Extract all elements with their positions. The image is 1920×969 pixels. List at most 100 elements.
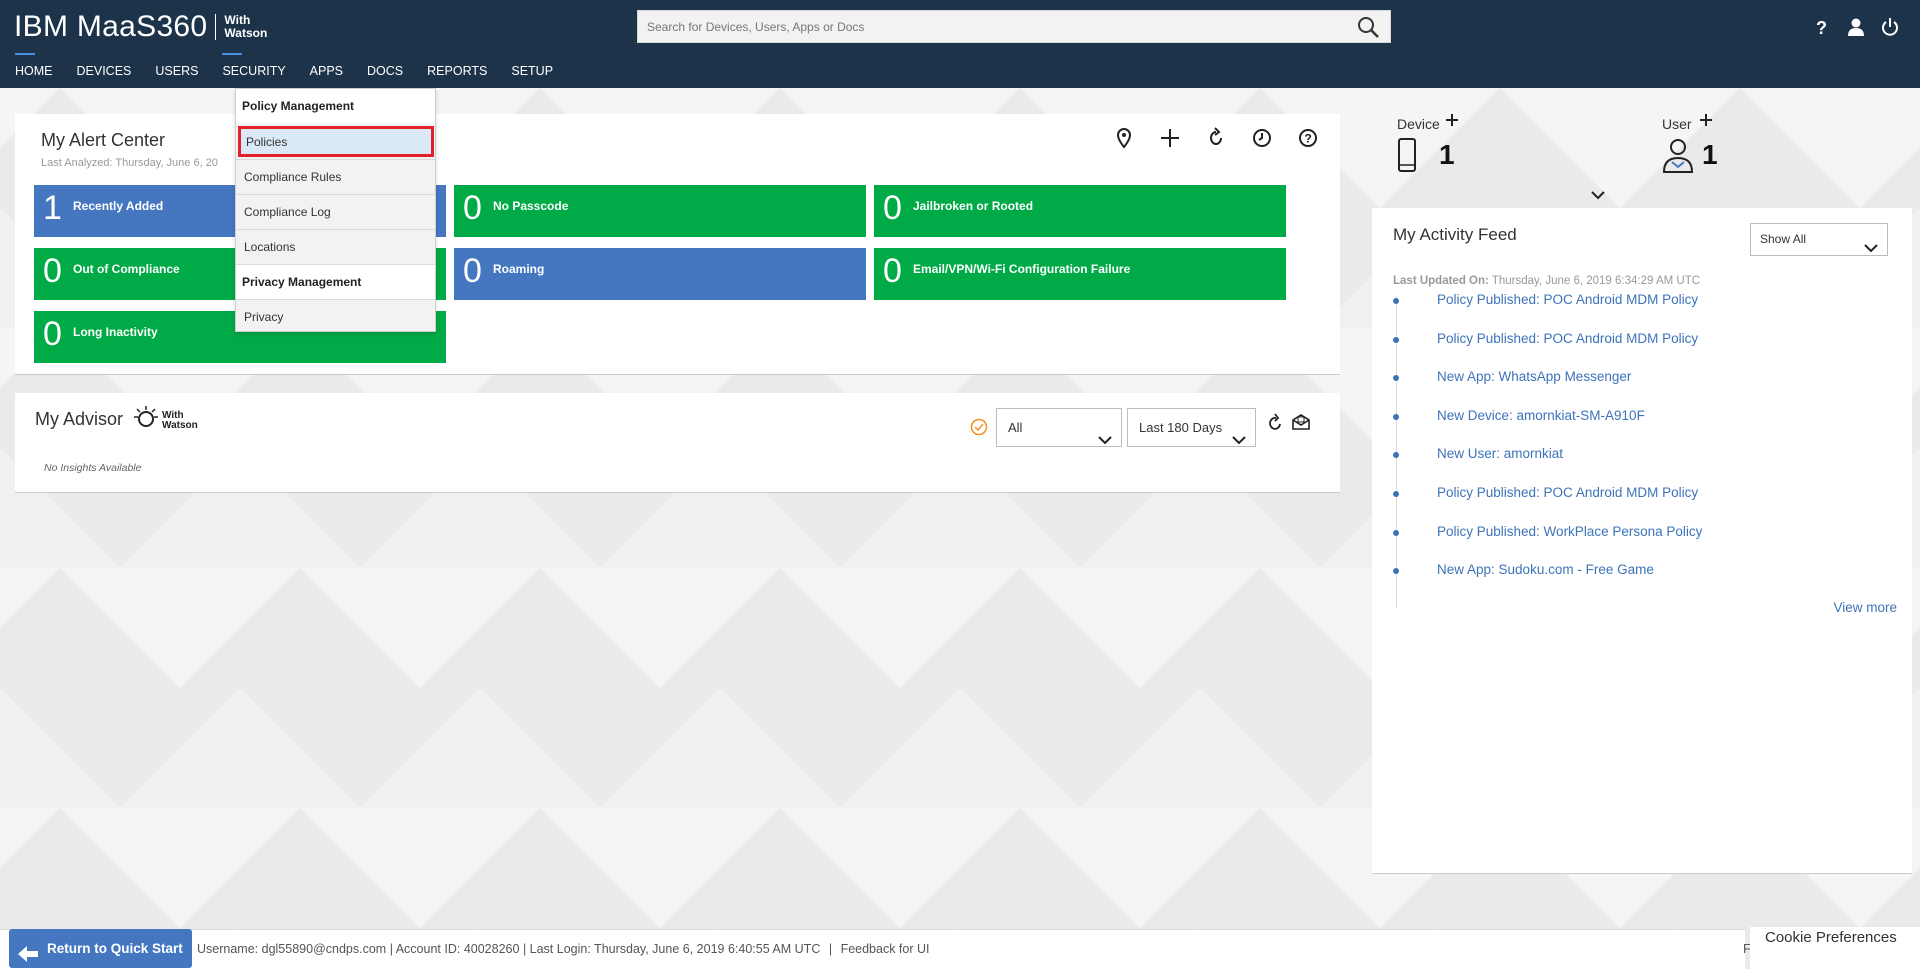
account-id: 40028260 — [463, 942, 520, 956]
watson-logo-icon — [133, 405, 159, 436]
last-analyzed-text: Last Analyzed: Thursday, June 6, 20 — [41, 157, 218, 169]
add-icon[interactable] — [1158, 126, 1182, 150]
activity-feed-panel: My Activity Feed Show All Last Updated O… — [1372, 208, 1912, 874]
nav-apps[interactable]: APPS — [310, 53, 343, 88]
main-nav: HOME DEVICES USERS SECURITY APPS DOCS RE… — [0, 53, 1920, 88]
nav-users[interactable]: USERS — [155, 53, 198, 88]
logo-sub-line1: With — [224, 13, 251, 27]
device-count[interactable]: 1 — [1439, 139, 1455, 171]
back-arrow-icon — [17, 939, 39, 962]
search-icon[interactable] — [1356, 15, 1382, 39]
logo[interactable]: IBM MaaS360 With Watson — [14, 10, 267, 44]
tile-count: 0 — [463, 189, 482, 227]
tile-label: Recently Added — [73, 199, 164, 213]
user-count[interactable]: 1 — [1702, 139, 1718, 171]
quick-start-label: Return to Quick Start — [47, 941, 183, 956]
nav-reports[interactable]: REPORTS — [427, 53, 487, 88]
feed-item[interactable]: New Device: amornkiat-SM-A910F — [1392, 406, 1892, 445]
advisor-refresh-icon[interactable] — [1267, 413, 1285, 438]
advisor-title: My Advisor — [35, 409, 124, 429]
feed-item[interactable]: Policy Published: POC Android MDM Policy — [1392, 329, 1892, 368]
help-circle-icon[interactable]: ? — [1296, 126, 1320, 150]
logo-text: IBM MaaS360 — [14, 10, 208, 43]
chevron-down-icon — [1864, 234, 1878, 253]
refresh-icon[interactable] — [1204, 126, 1228, 150]
privacy-management-heading: Privacy Management — [236, 264, 435, 299]
view-more-link[interactable]: View more — [1833, 600, 1897, 615]
device-user-stats: Device 1 User 1 — [1372, 112, 1912, 202]
alert-tile-jailbroken[interactable]: 0 Jailbroken or Rooted — [874, 185, 1286, 237]
mobile-device-icon — [1396, 137, 1418, 178]
advisor-filter-value: All — [1008, 420, 1023, 435]
advisor-filter-select[interactable]: All — [996, 408, 1122, 447]
nav-home[interactable]: HOME — [15, 53, 53, 88]
menu-item-policies[interactable]: Policies — [238, 126, 434, 157]
add-user-icon[interactable] — [1698, 112, 1714, 133]
last-updated-text: Last Updated On: Thursday, June 6, 2019 … — [1393, 275, 1700, 287]
alert-center-title: My Alert Center — [41, 130, 166, 150]
search-input[interactable] — [638, 11, 1338, 42]
activity-filter-select[interactable]: Show All — [1750, 223, 1888, 256]
tile-label: Out of Compliance — [73, 262, 180, 276]
activity-feed-list: Policy Published: POC Android MDM Policy… — [1392, 290, 1892, 599]
advisor-panel: My Advisor With Watson No Insights Avail… — [15, 393, 1340, 493]
tile-count: 0 — [463, 252, 482, 290]
user-stat-label: User — [1662, 116, 1692, 132]
tile-count: 0 — [883, 189, 902, 227]
logo-divider — [215, 14, 217, 40]
chevron-down-icon[interactable] — [1590, 189, 1606, 207]
menu-item-compliance-log[interactable]: Compliance Log — [236, 194, 435, 229]
chevron-down-icon — [1098, 422, 1112, 445]
tile-label: Jailbroken or Rooted — [913, 199, 1034, 213]
feedback-link[interactable]: Feedback for UI — [841, 942, 930, 956]
chevron-down-icon — [1232, 422, 1246, 445]
svg-text:?: ? — [1816, 18, 1827, 38]
feed-item[interactable]: New App: WhatsApp Messenger — [1392, 367, 1892, 406]
feed-item[interactable]: New App: Sudoku.com - Free Game — [1392, 560, 1892, 599]
logo-sub-line2: Watson — [224, 26, 268, 40]
footer-separator: | — [828, 942, 833, 956]
device-stat-label: Device — [1397, 116, 1440, 132]
menu-item-privacy[interactable]: Privacy — [236, 299, 435, 334]
email-report-icon[interactable] — [1291, 412, 1311, 437]
add-device-icon[interactable] — [1444, 112, 1460, 133]
return-to-quick-start-button[interactable]: Return to Quick Start — [9, 929, 192, 968]
alert-tile-no-passcode[interactable]: 0 No Passcode — [454, 185, 866, 237]
user-profile-icon[interactable] — [1846, 16, 1866, 38]
tile-label: Roaming — [493, 262, 545, 276]
advisor-range-select[interactable]: Last 180 Days — [1127, 408, 1256, 447]
top-utility-icons: ? — [1812, 16, 1900, 38]
nav-setup[interactable]: SETUP — [511, 53, 553, 88]
activity-feed-title: My Activity Feed — [1393, 225, 1517, 244]
help-icon[interactable]: ? — [1812, 16, 1832, 38]
alert-tile-roaming[interactable]: 0 Roaming — [454, 248, 866, 300]
feed-item[interactable]: Policy Published: WorkPlace Persona Poli… — [1392, 522, 1892, 561]
activity-filter-value: Show All — [1760, 232, 1807, 246]
global-search — [637, 10, 1391, 43]
nav-docs[interactable]: DOCS — [367, 53, 403, 88]
nav-devices[interactable]: DEVICES — [77, 53, 132, 88]
menu-item-compliance-rules[interactable]: Compliance Rules — [236, 159, 435, 194]
watson-badge-text: With Watson — [162, 410, 198, 431]
tile-count: 0 — [43, 315, 62, 353]
logo-watson: With Watson — [224, 14, 267, 40]
svg-text:?: ? — [1305, 132, 1312, 146]
top-bar: IBM MaaS360 With Watson ? HOME DEVICES U… — [0, 0, 1920, 88]
cookie-preferences-link[interactable]: Cookie Preferences — [1750, 927, 1920, 969]
policy-management-heading: Policy Management — [236, 89, 435, 124]
alert-tile-config-failure[interactable]: 0 Email/VPN/Wi-Fi Configuration Failure — [874, 248, 1286, 300]
power-icon[interactable] — [1880, 16, 1900, 38]
feed-item[interactable]: Policy Published: POC Android MDM Policy — [1392, 483, 1892, 522]
nav-security[interactable]: SECURITY — [222, 53, 286, 88]
history-icon[interactable] — [1250, 126, 1274, 150]
feed-item[interactable]: New User: amornkiat — [1392, 444, 1892, 483]
tile-label: Email/VPN/Wi-Fi Configuration Failure — [913, 262, 1131, 276]
menu-item-locations[interactable]: Locations — [236, 229, 435, 264]
insight-status-icon[interactable] — [970, 418, 988, 441]
tile-count: 1 — [43, 189, 62, 227]
username-value: dgl55890@cndps.com — [261, 942, 387, 956]
location-pin-icon[interactable] — [1112, 126, 1136, 150]
feed-item[interactable]: Policy Published: POC Android MDM Policy — [1392, 290, 1892, 329]
last-updated-value: Thursday, June 6, 2019 6:34:29 AM UTC — [1491, 275, 1701, 287]
alert-center-panel: My Alert Center Last Analyzed: Thursday,… — [15, 114, 1340, 375]
